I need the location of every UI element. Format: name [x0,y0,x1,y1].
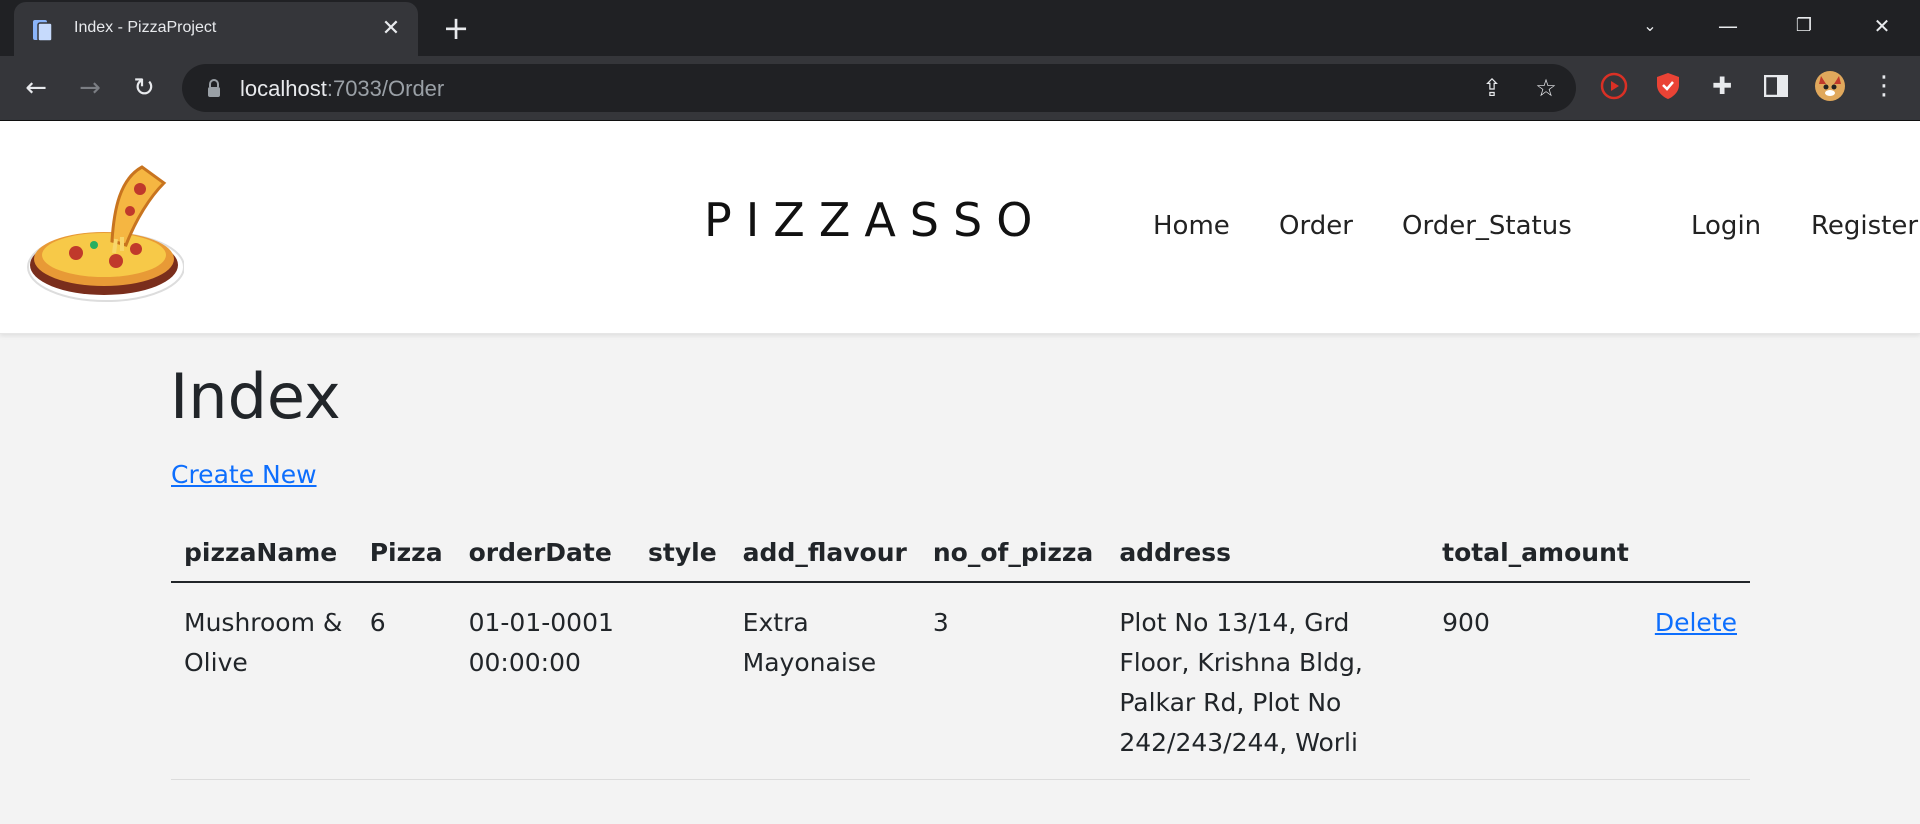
window-close-icon[interactable]: ✕ [1862,10,1902,42]
table-header-row: pizzaName Pizza orderDate style add_flav… [171,526,1750,583]
side-panel-icon[interactable] [1760,70,1792,102]
browser-tab-strip: Index - PizzaProject ✕ + ⌄ — ❐ ✕ [0,0,1920,56]
nav-link-order[interactable]: Order [1279,211,1353,241]
url-text[interactable]: localhost:7033/Order [240,76,444,102]
url-host: localhost [240,76,327,101]
nav-link-home[interactable]: Home [1153,211,1230,241]
lock-icon [208,79,220,97]
cell-style [635,582,730,780]
column-header-address: address [1106,526,1430,583]
column-header-style: style [635,526,730,583]
new-tab-plus-icon[interactable]: + [440,12,472,45]
forward-icon[interactable]: → [72,70,108,106]
kebab-menu-icon[interactable]: ⋮ [1868,70,1900,102]
cell-actions: Delete [1641,582,1750,780]
column-header-total-amount: total_amount [1429,526,1642,583]
cell-address: Plot No 13/14, Grd Floor, Krishna Bldg, … [1106,582,1430,780]
browser-tab[interactable]: Index - PizzaProject ✕ [14,2,418,56]
page-favicon-icon [33,20,53,42]
cell-total-amount: 900 [1429,582,1642,780]
delete-link[interactable]: Delete [1655,608,1737,637]
cell-no-of-pizza: 3 [919,582,1107,780]
cell-pizza: 6 [356,582,456,780]
url-path: :7033/Order [326,76,445,101]
browser-toolbar: ← → ↻ localhost:7033/Order ⇪ ☆ ✚ ⋮ [0,56,1920,121]
page-title: Index [170,360,341,433]
restore-icon[interactable]: ❐ [1784,10,1824,42]
brave-shield-icon[interactable] [1652,70,1684,102]
create-new-link[interactable]: Create New [171,460,317,489]
cell-order-date: 01-01-0001 00:00:00 [455,582,636,780]
screen-recorder-icon[interactable] [1598,70,1630,102]
bookmark-star-icon[interactable]: ☆ [1532,74,1560,102]
pizza-logo-icon[interactable] [24,149,184,309]
table-row: Mushroom & Olive 6 01-01-0001 00:00:00 E… [171,582,1750,780]
nav-link-register[interactable]: Register [1811,211,1918,241]
tab-title: Index - PizzaProject [74,19,217,36]
orders-table: pizzaName Pizza orderDate style add_flav… [171,526,1750,780]
nav-link-order-status[interactable]: Order_Status [1402,211,1572,241]
extensions-puzzle-icon[interactable]: ✚ [1706,70,1738,102]
site-header: PIZZASSO Home Order Order_Status Login R… [0,121,1920,334]
column-header-add-flavour: add_flavour [729,526,920,583]
address-bar[interactable]: localhost:7033/Order ⇪ ☆ [182,64,1576,112]
brand-title: PIZZASSO [704,193,1047,247]
profile-avatar-icon[interactable] [1814,70,1846,102]
cell-add-flavour: Extra Mayonaise [729,582,920,780]
column-header-no-of-pizza: no_of_pizza [919,526,1107,583]
cell-pizza-name: Mushroom & Olive [171,582,357,780]
column-header-order-date: orderDate [455,526,636,583]
reload-icon[interactable]: ↻ [126,70,162,106]
column-header-actions [1641,526,1750,583]
nav-link-login[interactable]: Login [1691,211,1761,241]
tab-close-icon[interactable]: ✕ [378,16,404,42]
minimize-icon[interactable]: — [1708,10,1748,42]
column-header-pizza-name: pizzaName [171,526,357,583]
share-icon[interactable]: ⇪ [1478,74,1506,102]
column-header-pizza: Pizza [356,526,456,583]
tab-search-chevron-down-icon[interactable]: ⌄ [1630,10,1670,42]
back-icon[interactable]: ← [18,70,54,106]
